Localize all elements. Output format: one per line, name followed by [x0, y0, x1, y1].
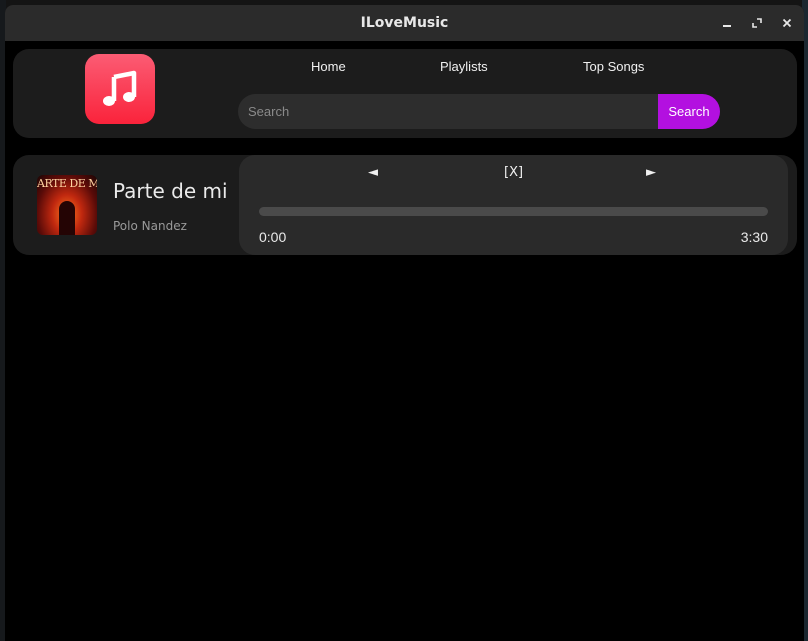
search-input[interactable]	[238, 94, 658, 129]
player-controls-panel: ◄ [X] ► 0:00 3:30	[239, 155, 788, 255]
current-time: 0:00	[259, 229, 287, 245]
app-logo[interactable]	[85, 54, 155, 124]
album-art: ARTE DE MI	[37, 175, 97, 235]
nav-playlists-link[interactable]: Playlists	[440, 59, 488, 74]
track-title: Parte de mi	[113, 179, 228, 203]
track-artist: Polo Nandez	[113, 219, 187, 233]
header-card: Home Playlists Top Songs Search	[13, 49, 797, 138]
album-art-figure	[59, 201, 75, 235]
nav-top-songs-link[interactable]: Top Songs	[583, 59, 644, 74]
search-button[interactable]: Search	[658, 94, 720, 129]
maximize-icon	[752, 18, 762, 28]
stop-button[interactable]: [X]	[504, 165, 523, 180]
next-button[interactable]: ►	[646, 165, 656, 180]
music-note-icon	[103, 70, 137, 106]
maximize-button[interactable]	[748, 14, 766, 32]
minimize-button[interactable]	[718, 14, 736, 32]
close-icon	[782, 18, 792, 28]
titlebar[interactable]: ILoveMusic	[5, 5, 804, 41]
total-time: 3:30	[740, 229, 768, 245]
window-title: ILoveMusic	[360, 15, 449, 31]
previous-button[interactable]: ◄	[368, 165, 378, 180]
now-playing-card: ARTE DE MI Parte de mi Polo Nandez ◄ [X]…	[13, 155, 797, 255]
app-window: ILoveMusic Home Playlists Top Songs Sear…	[5, 5, 804, 641]
progress-bar[interactable]	[259, 207, 768, 216]
close-button[interactable]	[778, 14, 796, 32]
album-art-text: ARTE DE MI	[37, 177, 97, 190]
minimize-icon	[723, 25, 731, 27]
nav-home-link[interactable]: Home	[311, 59, 346, 74]
